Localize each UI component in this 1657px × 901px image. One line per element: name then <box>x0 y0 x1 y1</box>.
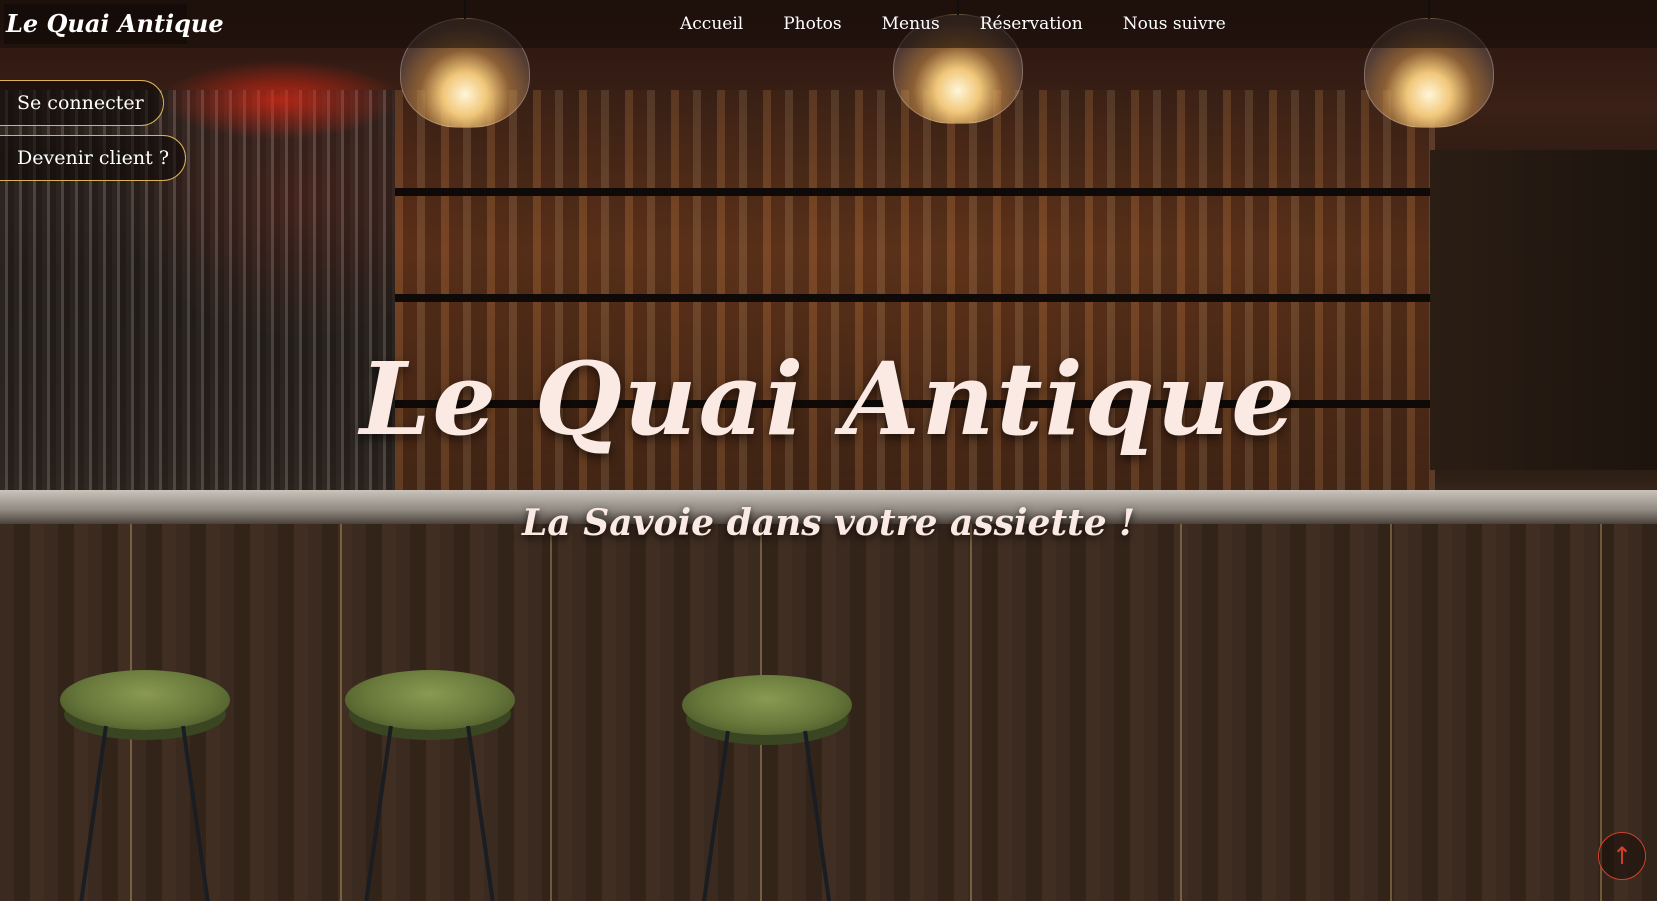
background-shelf <box>395 188 1435 196</box>
nav-link-photos[interactable]: Photos <box>783 14 841 34</box>
background-stool <box>60 670 230 730</box>
background-stool <box>345 670 515 730</box>
background-glow <box>160 60 400 140</box>
nav-link-nous-suivre[interactable]: Nous suivre <box>1123 14 1226 34</box>
scroll-top-button[interactable]: ↑ <box>1598 832 1646 880</box>
main-nav: Accueil Photos Menus Réservation Nous su… <box>680 0 1226 48</box>
hero-subtitle: La Savoie dans votre assiette ! <box>522 502 1135 544</box>
nav-link-accueil[interactable]: Accueil <box>680 14 743 34</box>
nav-link-reservation[interactable]: Réservation <box>980 14 1083 34</box>
signup-button[interactable]: Devenir client ? <box>0 135 186 181</box>
login-button[interactable]: Se connecter <box>0 80 164 126</box>
nav-link-menus[interactable]: Menus <box>882 14 940 34</box>
arrow-up-icon: ↑ <box>1611 842 1633 870</box>
background-shelf <box>395 294 1435 302</box>
hero-section: Le Quai Antique Accueil Photos Menus Rés… <box>0 0 1657 901</box>
site-logo[interactable]: Le Quai Antique <box>4 4 224 44</box>
hero-title: Le Quai Antique <box>360 340 1297 458</box>
background-stool <box>682 675 852 735</box>
